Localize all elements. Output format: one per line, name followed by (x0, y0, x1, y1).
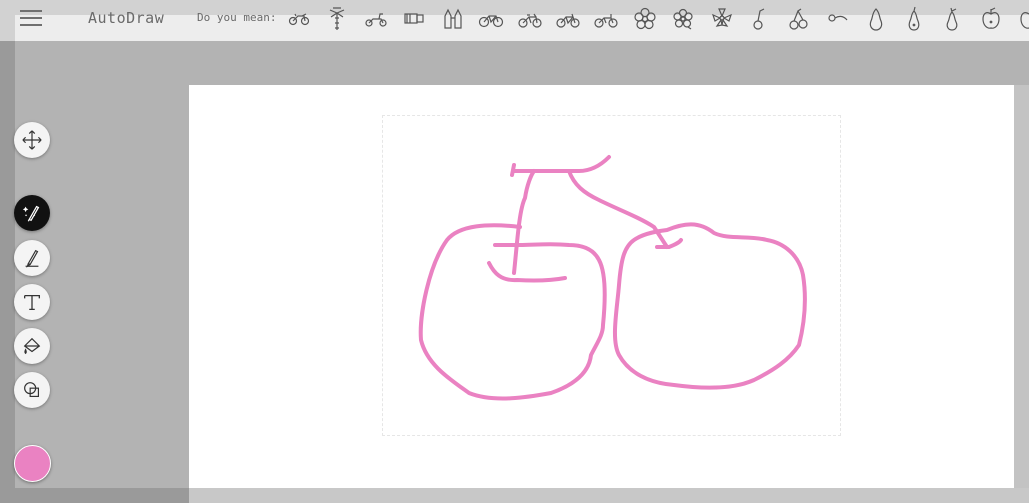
bicycle-icon (518, 13, 542, 28)
bicycle-icon (594, 14, 618, 28)
magic-pen-icon (22, 205, 40, 222)
suggestion-cherries[interactable] (782, 4, 816, 34)
shapes-icon (24, 382, 40, 398)
move-tool-button[interactable] (14, 122, 50, 158)
apple-icon (1020, 12, 1029, 29)
cherries-icon (789, 8, 808, 30)
fill-tool-button[interactable] (14, 328, 50, 364)
drawing-canvas[interactable] (189, 85, 1014, 488)
cherry-icon (753, 8, 765, 30)
suggestion-pear-1[interactable] (859, 4, 893, 34)
scooter-icon (365, 13, 387, 27)
flower-icon (673, 8, 693, 30)
suggestion-pear-2[interactable] (897, 4, 931, 34)
suggestion-label: Do you mean: (197, 11, 277, 24)
suggestion-flower-2[interactable] (666, 4, 700, 34)
suggestion-cherry-1[interactable] (743, 4, 777, 34)
suggestion-flower-3[interactable] (705, 4, 739, 34)
pear-icon (946, 7, 958, 31)
flower-icon (712, 8, 732, 27)
paint-bucket-icon (23, 337, 41, 355)
pear-icon (869, 8, 883, 31)
suggestion-cherry-2[interactable] (820, 4, 854, 34)
pear-icon (908, 6, 920, 31)
move-arrows-icon (22, 130, 42, 150)
suggestion-pear-3[interactable] (935, 4, 969, 34)
type-tool-button[interactable] (14, 284, 50, 320)
suggestion-apple-1[interactable] (974, 4, 1008, 34)
suggestion-strip (282, 4, 1029, 34)
shape-tool-button[interactable] (14, 372, 50, 408)
suggestion-binoculars[interactable] (436, 4, 470, 34)
cherry-icon (828, 14, 848, 22)
binoculars-icon (444, 8, 462, 29)
suggestion-flower-1[interactable] (628, 4, 662, 34)
apple-icon (982, 7, 1000, 29)
motorcycle-icon (288, 13, 310, 26)
left-frame (0, 0, 15, 503)
menu-icon[interactable] (20, 10, 42, 28)
suggestion-scooter[interactable] (359, 4, 393, 34)
autodraw-tool-button[interactable] (14, 195, 50, 231)
user-sketch (418, 155, 807, 401)
bicycle-icon (556, 13, 580, 28)
palm-tree-icon (329, 7, 345, 30)
right-frame (1014, 85, 1029, 488)
suggestion-bicycle-1[interactable] (474, 4, 508, 34)
suggestion-apple-2[interactable] (1012, 4, 1029, 34)
suggestion-palm-tree[interactable] (320, 4, 354, 34)
app-title: AutoDraw (88, 9, 165, 27)
color-picker-swatch[interactable] (14, 445, 51, 482)
text-icon (24, 294, 40, 310)
suggestion-bicycle-2[interactable] (513, 4, 547, 34)
pen-icon (25, 249, 39, 268)
bottom-frame (0, 488, 1029, 503)
top-bar: AutoDraw Do you mean: (0, 0, 1029, 41)
suggestion-motorcycle[interactable] (282, 4, 316, 34)
film-roll-icon (404, 13, 424, 24)
bicycle-icon (478, 15, 504, 28)
draw-tool-button[interactable] (14, 240, 50, 276)
suggestion-film-roll[interactable] (397, 4, 431, 34)
suggestion-bicycle-3[interactable] (551, 4, 585, 34)
flower-icon (634, 7, 656, 30)
suggestion-bicycle-4[interactable] (589, 4, 623, 34)
